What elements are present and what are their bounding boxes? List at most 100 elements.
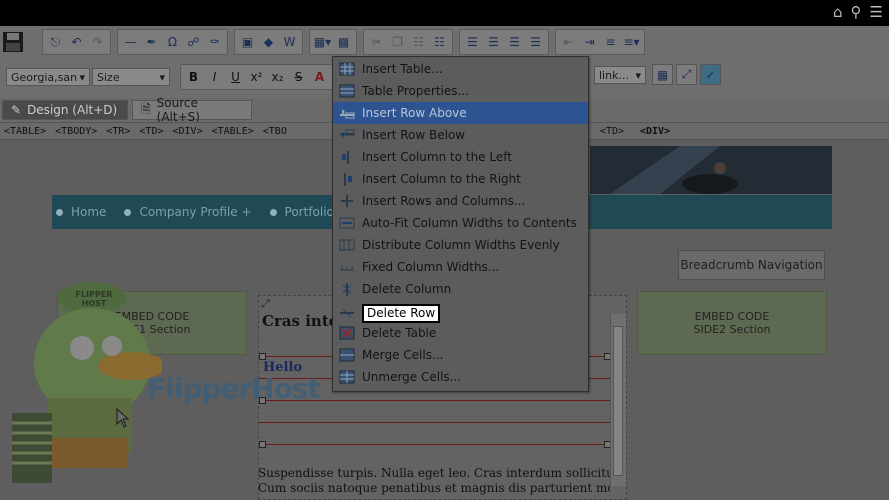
strikethrough-icon[interactable]: S bbox=[289, 68, 308, 87]
tag-path-item[interactable]: <TR> bbox=[106, 126, 130, 137]
menu-item-insert-column-left[interactable]: Insert Column to the Left bbox=[333, 146, 588, 168]
mascot-cap-text: FLIPPER HOST bbox=[75, 290, 113, 308]
chevron-down-icon: ▾ bbox=[159, 70, 165, 84]
table-dropdown-icon[interactable]: ▦▾ bbox=[313, 33, 332, 52]
table-resize-handle[interactable] bbox=[259, 441, 266, 448]
link-select[interactable]: link... ▾ bbox=[594, 66, 646, 84]
cut-icon[interactable]: ✂ bbox=[367, 33, 386, 52]
menu-item-table-properties[interactable]: Table Properties... bbox=[333, 80, 588, 102]
edit-group: ⎋ ↶ ↷ bbox=[42, 29, 111, 55]
align-right-icon[interactable]: ☰ bbox=[505, 33, 524, 52]
menu-item-label: Insert Column to the Left bbox=[362, 150, 512, 164]
menu-item-insert-row-below[interactable]: Insert Row Below bbox=[333, 124, 588, 146]
home-icon[interactable]: ⌂ bbox=[833, 3, 843, 21]
bold-icon[interactable]: B bbox=[184, 68, 203, 87]
menu-item-autofit-columns[interactable]: Auto-Fit Column Widths to Contents bbox=[333, 212, 588, 234]
top-icons: ⌂ ⚲ ☰ bbox=[833, 3, 883, 21]
table-group: ▦▾ ▩ bbox=[309, 29, 357, 55]
bullet-list-icon[interactable]: ≡▾ bbox=[622, 33, 641, 52]
subscript-icon[interactable]: x₂ bbox=[268, 68, 287, 87]
content-paragraph: Suspendisse turpis. Nulla eget leo. Cras… bbox=[258, 466, 610, 496]
nav-item-portfolio[interactable]: Portfolio bbox=[269, 205, 334, 219]
menu-item-delete-table[interactable]: Delete Table bbox=[333, 322, 588, 344]
undo-icon[interactable]: ↶ bbox=[67, 33, 86, 52]
scrollbar-thumb[interactable] bbox=[613, 326, 623, 476]
indent-icon[interactable]: ⇥ bbox=[580, 33, 599, 52]
menu-item-insert-column-right[interactable]: Insert Column to the Right bbox=[333, 168, 588, 190]
menu-icon[interactable]: ☰ bbox=[870, 3, 883, 21]
breadcrumb-navigation[interactable]: Breadcrumb Navigation bbox=[678, 250, 825, 280]
flash-icon[interactable]: ◆ bbox=[259, 33, 278, 52]
tag-path-item[interactable]: <TBO bbox=[263, 126, 287, 137]
find-icon[interactable]: ⎋ bbox=[46, 33, 65, 52]
menu-item-label: Auto-Fit Column Widths to Contents bbox=[362, 216, 577, 230]
tab-source[interactable]: 🗎 Source (Alt+S) bbox=[132, 96, 252, 124]
menu-item-fixed-columns[interactable]: Fixed Column Widths... bbox=[333, 256, 588, 278]
embed-side2-line1: EMBED CODE bbox=[694, 310, 770, 323]
tag-path-item[interactable]: <TABLE> bbox=[212, 126, 254, 137]
table-cell-icon[interactable]: ▩ bbox=[334, 33, 353, 52]
menu-item-insert-row-above[interactable]: Insert Row Above bbox=[333, 102, 588, 124]
word-paste-icon[interactable]: W bbox=[280, 33, 299, 52]
font-name-select[interactable]: Georgia,san ▾ bbox=[6, 68, 90, 86]
insert-rows-columns-icon bbox=[341, 195, 353, 207]
hyperlink-icon[interactable]: ☍ bbox=[184, 33, 203, 52]
tag-path-item[interactable]: <DIV> bbox=[640, 126, 670, 137]
fullscreen-icon[interactable]: ⤢ bbox=[676, 64, 697, 85]
search-icon[interactable]: ⚲ bbox=[851, 3, 862, 21]
underline-icon[interactable]: U bbox=[226, 68, 245, 87]
tag-path-item[interactable]: <TD> bbox=[600, 126, 624, 137]
resize-handle-icon[interactable]: ⤢ bbox=[261, 297, 270, 311]
nav-item-company-profile[interactable]: Company Profile + bbox=[124, 205, 252, 219]
copy-icon[interactable]: ❐ bbox=[388, 33, 407, 52]
tab-design[interactable]: ✎ Design (Alt+D) bbox=[2, 100, 128, 120]
nav-bullet-icon bbox=[269, 208, 277, 216]
align-left-icon[interactable]: ☰ bbox=[463, 33, 482, 52]
nav-item-home[interactable]: Home bbox=[56, 205, 106, 219]
nav-company-label: Company Profile + bbox=[139, 205, 252, 219]
align-center-icon[interactable]: ☰ bbox=[484, 33, 503, 52]
paste-special-icon[interactable]: ☷ bbox=[430, 33, 449, 52]
embed-side2[interactable]: EMBED CODE SIDE2 Section bbox=[637, 291, 827, 355]
menu-item-delete-row[interactable]: Delete Row bbox=[333, 302, 588, 324]
image-icon[interactable]: ▣ bbox=[238, 33, 257, 52]
justify-icon[interactable]: ☰ bbox=[526, 33, 545, 52]
menu-item-label: Merge Cells... bbox=[362, 348, 444, 362]
fixed-columns-icon bbox=[340, 266, 354, 271]
content-scrollbar[interactable] bbox=[610, 314, 626, 486]
paste-icon[interactable]: ☷ bbox=[409, 33, 428, 52]
tag-path-item[interactable]: <TABLE> bbox=[4, 126, 46, 137]
menu-item-insert-rows-columns[interactable]: Insert Rows and Columns... bbox=[333, 190, 588, 212]
menu-item-merge-cells[interactable]: Merge Cells... bbox=[333, 344, 588, 366]
paragraph-line-2: Cum sociis natoque penatibus et magnis d… bbox=[258, 481, 610, 495]
redo-icon[interactable]: ↷ bbox=[88, 33, 107, 52]
spellcheck-icon[interactable]: ✓ bbox=[700, 64, 721, 85]
tag-path-item[interactable]: <TD> bbox=[139, 126, 163, 137]
menu-item-distribute-columns[interactable]: Distribute Column Widths Evenly bbox=[333, 234, 588, 256]
font-color-icon[interactable]: A bbox=[310, 68, 329, 87]
table-resize-handle[interactable] bbox=[259, 353, 266, 360]
mouse-cursor-icon bbox=[116, 407, 130, 428]
distribute-columns-icon bbox=[339, 239, 355, 251]
template-icon[interactable]: ▦ bbox=[652, 64, 673, 85]
numbered-list-icon[interactable]: ≡ bbox=[601, 33, 620, 52]
horizontal-rule-icon[interactable]: — bbox=[121, 33, 140, 52]
unlink-icon[interactable]: ⚰ bbox=[205, 33, 224, 52]
outdent-icon[interactable]: ⇤ bbox=[559, 33, 578, 52]
italic-icon[interactable]: I bbox=[205, 68, 224, 87]
font-size-select[interactable]: Size ▾ bbox=[92, 68, 170, 86]
save-icon[interactable] bbox=[2, 31, 24, 53]
menu-item-unmerge-cells[interactable]: Unmerge Cells... bbox=[333, 366, 588, 388]
nav-portfolio-label: Portfolio bbox=[284, 205, 334, 219]
tag-path-item[interactable]: <TBODY> bbox=[55, 126, 97, 137]
toolbar-row-2: Georgia,san ▾ Size ▾ B I U x² x₂ S A bbox=[6, 63, 339, 91]
extra-tools: ▦ ⤢ ✓ bbox=[652, 64, 721, 85]
menu-item-insert-table[interactable]: Insert Table... bbox=[333, 58, 588, 80]
menu-item-delete-column[interactable]: Delete Column bbox=[333, 278, 588, 300]
menu-item-label: Insert Table... bbox=[362, 62, 443, 76]
link-pen-icon[interactable]: ✒ bbox=[142, 33, 161, 52]
tag-path-item[interactable]: <DIV> bbox=[173, 126, 203, 137]
superscript-icon[interactable]: x² bbox=[247, 68, 266, 87]
top-bar: ⌂ ⚲ ☰ bbox=[0, 0, 889, 26]
symbol-icon[interactable]: Ω bbox=[163, 33, 182, 52]
